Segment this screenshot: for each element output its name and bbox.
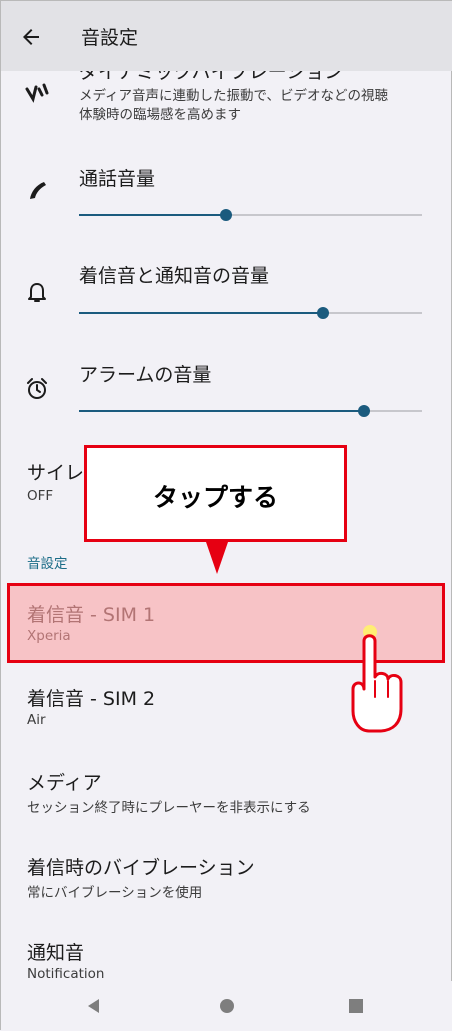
call-volume-slider[interactable]	[79, 208, 422, 222]
annotation-callout: タップする	[84, 445, 347, 542]
slider-fill	[79, 312, 323, 314]
alarm-volume-slider[interactable]	[79, 404, 422, 418]
ring-volume-slider[interactable]	[79, 306, 422, 320]
callout-arrow	[206, 542, 228, 574]
slider-thumb[interactable]	[357, 405, 370, 417]
silent-mode-value: OFF	[27, 488, 54, 504]
callout-text: タップする	[152, 483, 278, 512]
slider-thumb[interactable]	[220, 209, 233, 221]
dynamic-vibration-subtitle-2: 体験時の臨場感を高めます	[79, 107, 241, 123]
dynamic-vibration-title[interactable]: ダイナミックバイブレーション	[79, 71, 343, 84]
ringtone-sim2-value: Air	[27, 712, 46, 728]
notification-sound-title[interactable]: 通知音	[27, 938, 84, 965]
media-subtitle: セッション終了時にプレーヤーを非表示にする	[27, 800, 311, 816]
nav-back-icon[interactable]	[85, 997, 103, 1015]
slider-fill	[79, 410, 364, 412]
tap-hand-icon	[351, 625, 403, 733]
section-header-sound: 音設定	[27, 556, 68, 572]
alarm-volume-title: アラームの音量	[79, 364, 212, 386]
arrow-back-icon[interactable]	[19, 25, 43, 49]
media-title[interactable]: メディア	[27, 768, 102, 795]
phone-icon	[30, 182, 46, 199]
nav-recents-icon[interactable]	[347, 997, 365, 1015]
alarm-clock-icon	[27, 378, 47, 399]
vibrate-on-ring-subtitle: 常にバイブレーションを使用	[27, 885, 203, 901]
dynamic-vibration-subtitle-1: メディア音声に連動した振動で、ビデオなどの視聴	[79, 88, 389, 104]
nav-home-icon[interactable]	[218, 997, 236, 1015]
dynamic-vibration-icon	[25, 83, 49, 103]
call-volume-title: 通話音量	[79, 168, 156, 190]
bell-icon	[28, 283, 46, 302]
ringtone-sim2-title[interactable]: 着信音 - SIM 2	[27, 684, 155, 711]
ring-volume-title: 着信音と通知音の音量	[79, 265, 270, 287]
slider-fill	[79, 214, 227, 216]
page-title: 音設定	[81, 27, 139, 49]
slider-thumb[interactable]	[316, 307, 329, 319]
notification-sound-value: Notification	[27, 966, 105, 981]
system-nav-bar	[1, 981, 452, 1031]
vibrate-on-ring-title[interactable]: 着信時のバイブレーション	[27, 853, 255, 880]
app-bar: 音設定	[1, 1, 452, 71]
